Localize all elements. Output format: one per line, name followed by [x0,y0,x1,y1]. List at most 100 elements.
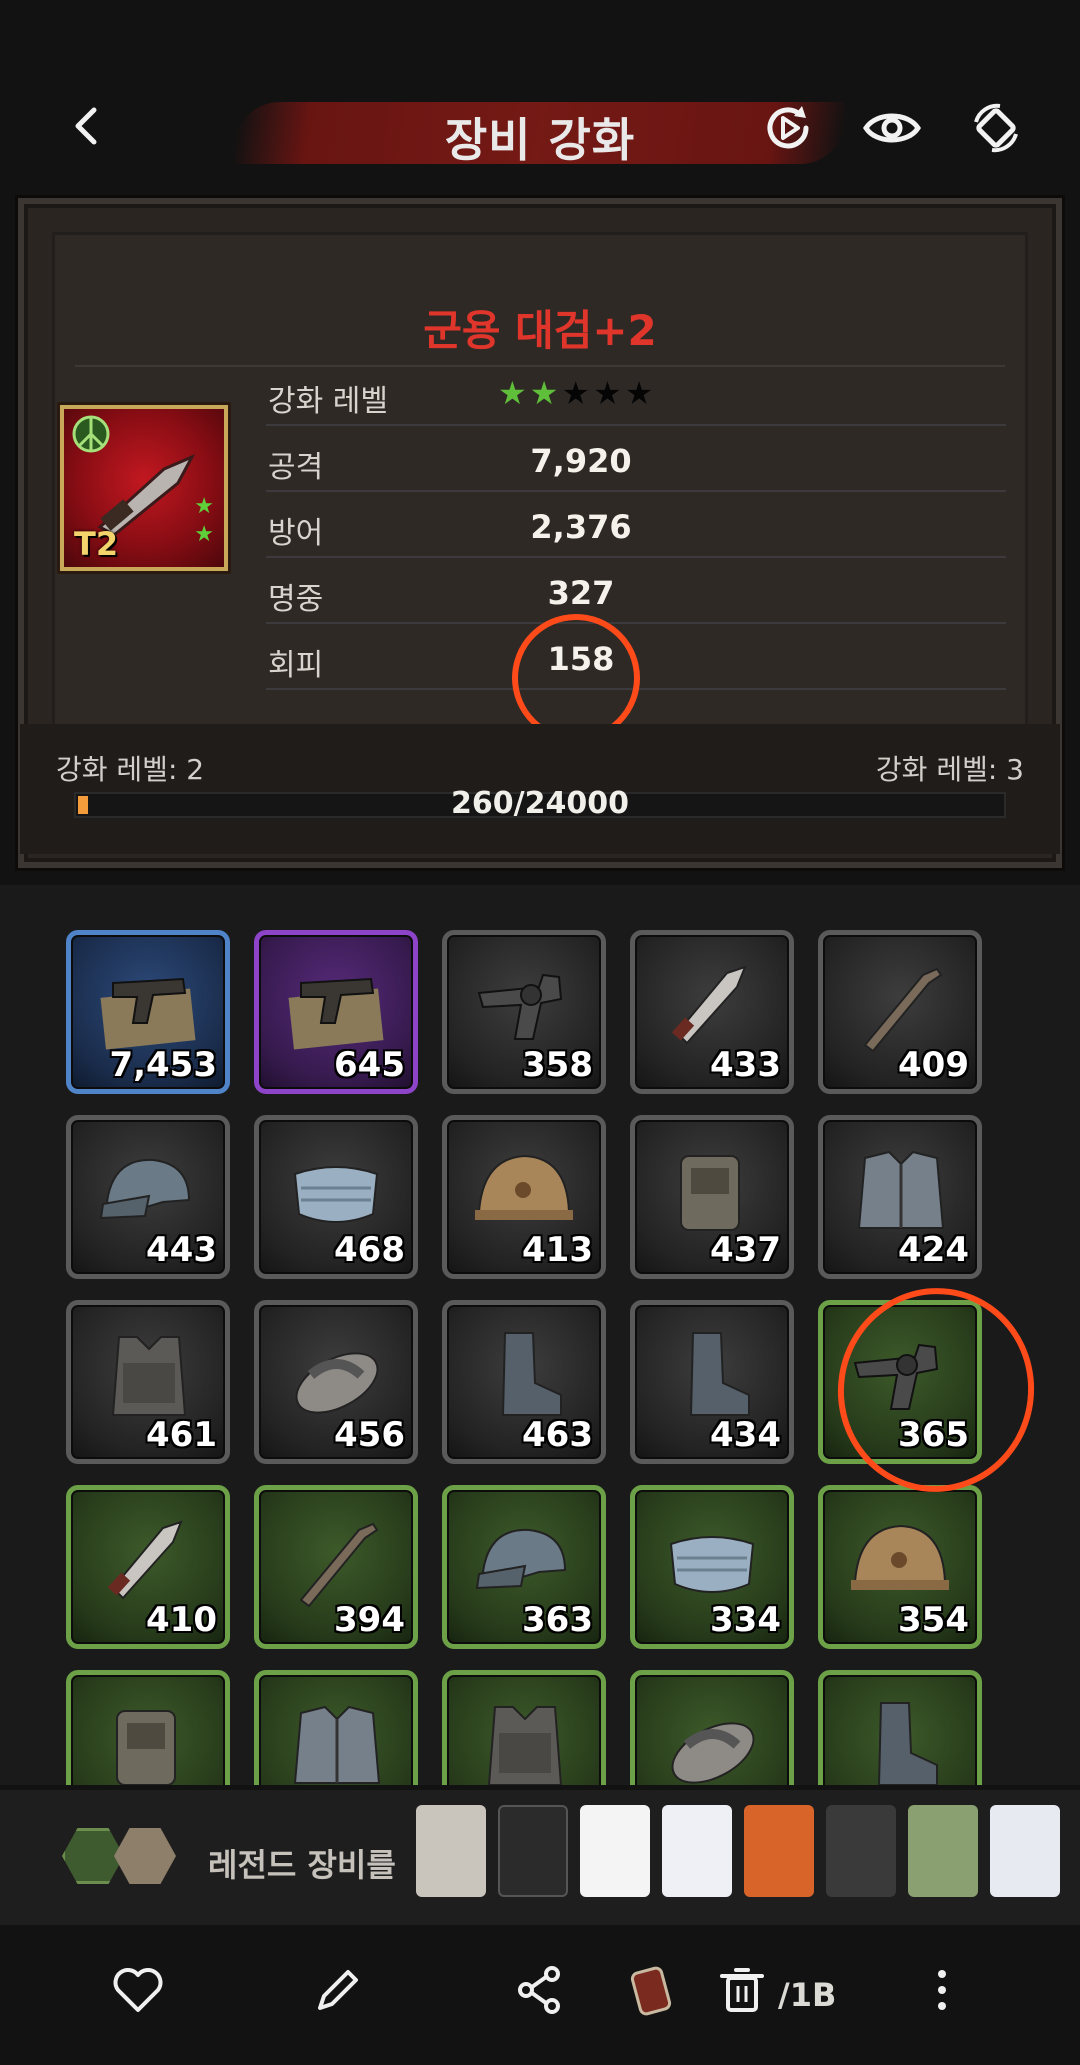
stat-value: 2,376 [530,508,632,546]
star-filled-icon: ★ [529,374,559,412]
stats-table: 강화 레벨 ★ ★ ★ ★ ★ 공격 7,920 방어 2,376 명중 327… [266,360,1006,690]
knife-icon [107,1520,183,1600]
stat-row-evasion: 회피 158 [266,624,1006,690]
share-icon[interactable] [512,1962,568,2018]
stat-label: 명중 [268,582,324,617]
item-count: 424 [898,1230,969,1270]
app-thumbnail[interactable] [744,1805,814,1897]
stat-label: 공격 [268,450,324,485]
heart-icon[interactable] [110,1962,166,2018]
app-thumbnail[interactable] [580,1805,650,1897]
inventory-item[interactable]: 365 [818,1300,982,1464]
app-thumbnail[interactable] [826,1805,896,1897]
stat-row-accuracy: 명중 327 [266,558,1006,624]
crowbar-icon [299,1522,379,1608]
app-thumbnail[interactable] [498,1805,568,1897]
cap-icon [99,1158,191,1220]
inventory-item[interactable]: 356 [254,1670,418,1785]
inventory-grid: 7,453 645 358 433 409 443 468 413 437 424 461 456 46… [66,930,1016,1785]
inventory-item[interactable]: 363 [442,1485,606,1649]
eye-icon[interactable] [862,98,922,158]
vest-icon [487,1706,563,1785]
mask-icon [293,1166,379,1223]
inventory-item[interactable]: 336 [818,1670,982,1785]
item-count: 645 [334,1045,405,1085]
level-stars: ★ ★ ★ ★ ★ [498,374,653,412]
item-count: 463 [522,1415,593,1455]
item-count: 468 [334,1230,405,1270]
item-count: 358 [522,1045,593,1085]
item-name: 군용 대검+2 [423,306,657,355]
stat-value: 7,920 [530,442,632,480]
item-count: 437 [710,1230,781,1270]
item-count: 363 [522,1600,593,1640]
inventory-item[interactable]: 354 [818,1485,982,1649]
inventory-item[interactable]: 456 [254,1300,418,1464]
pencil-icon[interactable] [310,1962,366,2018]
app-thumbnail[interactable] [908,1805,978,1897]
canned-food-icon [630,1966,672,2016]
stat-label: 강화 레벨 [268,384,388,419]
slipper-icon [671,1722,755,1784]
inventory-item[interactable]: 7,453 [66,930,230,1094]
revolver-icon [477,973,563,1040]
boot-icon [877,1702,938,1785]
jacket-icon [293,1705,381,1784]
item-count: 413 [522,1230,593,1270]
jacket-icon [857,1150,945,1229]
stat-row-defense: 방어 2,376 [266,492,1006,558]
current-level-label: 강화 레벨: 2 [56,753,205,786]
mask-icon [669,1536,755,1593]
inventory-item[interactable]: 361 [442,1670,606,1785]
item-count: 461 [146,1415,217,1455]
stat-row-level: 강화 레벨 ★ ★ ★ ★ ★ [266,360,1006,426]
inventory-item[interactable]: 433 [630,930,794,1094]
item-count: 365 [898,1415,969,1455]
item-thumbnail[interactable]: T2 ★ ★ [60,405,228,571]
trash-icon[interactable] [714,1962,770,2018]
inventory-item[interactable]: 437 [630,1115,794,1279]
inventory-item[interactable]: 434 [630,1300,794,1464]
star-empty-icon: ★ [624,374,654,412]
item-count: 443 [146,1230,217,1270]
inventory-item[interactable]: 410 [66,1485,230,1649]
progress-text: 260/24000 [451,786,629,821]
pistol-cloth-icon [288,977,384,1050]
inventory-item[interactable]: 463 [442,1300,606,1464]
inventory-item[interactable]: 360 [66,1670,230,1785]
boot-icon [689,1332,750,1416]
inventory-item[interactable]: 358 [442,930,606,1094]
inventory-item[interactable]: 424 [818,1115,982,1279]
header-bar: 장비 강화 [0,0,1080,190]
more-vertical-icon[interactable] [914,1962,970,2018]
holster-icon [116,1710,176,1785]
revolver-icon [853,1343,939,1410]
inventory-item[interactable]: 334 [630,1485,794,1649]
holster-icon [680,1155,740,1231]
inventory-item[interactable]: 461 [66,1300,230,1464]
item-count: 334 [710,1600,781,1640]
stat-label: 방어 [268,516,324,551]
slipper-icon [295,1352,379,1414]
recent-apps-strip [416,1805,1080,1905]
app-thumbnail[interactable] [990,1805,1060,1897]
stat-row-attack: 공격 7,920 [266,426,1006,492]
item-count: 409 [898,1045,969,1085]
video-replay-icon[interactable] [758,98,818,158]
pistol-cloth-icon [100,977,196,1050]
inventory-item[interactable]: 394 [254,1485,418,1649]
inventory-item[interactable]: 468 [254,1115,418,1279]
star-filled-icon: ★ [498,374,527,412]
stat-value: 327 [547,574,615,612]
inventory-item[interactable]: 409 [818,930,982,1094]
star-empty-icon: ★ [593,374,622,412]
rotate-screen-icon[interactable] [966,98,1026,158]
app-thumbnail[interactable] [416,1805,486,1897]
inventory-item[interactable]: 645 [254,930,418,1094]
inventory-item[interactable]: 413 [442,1115,606,1279]
app-thumbnail[interactable] [662,1805,732,1897]
tier-label: T2 [74,525,119,563]
inventory-item[interactable]: 376 [630,1670,794,1785]
item-count: 394 [334,1600,405,1640]
inventory-item[interactable]: 443 [66,1115,230,1279]
